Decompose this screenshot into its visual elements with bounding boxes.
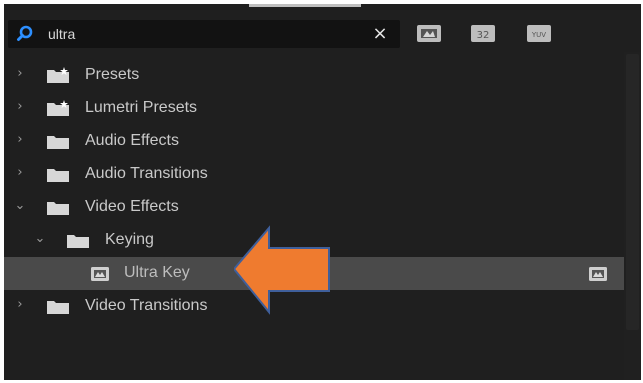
accelerated-effect-icon xyxy=(589,267,607,281)
svg-text:32: 32 xyxy=(477,30,490,41)
search-icon xyxy=(17,25,33,41)
chevron-right-icon[interactable]: › xyxy=(12,66,28,82)
tree-item-label: Presets xyxy=(85,66,140,83)
search-value[interactable]: ultra xyxy=(48,24,75,44)
chevron-right-icon[interactable]: › xyxy=(12,165,28,181)
star-folder-icon xyxy=(47,67,69,83)
folder-icon xyxy=(67,235,89,248)
search-toolbar: ultra × 32 YUV xyxy=(4,20,641,50)
tree-item-audio-transitions[interactable]: › Audio Transitions xyxy=(4,158,624,191)
chevron-right-icon[interactable]: › xyxy=(12,132,28,148)
tree-item-label: Audio Effects xyxy=(85,132,179,149)
screenshot-frame: ultra × 32 YUV › Presets › Lumetri Prese… xyxy=(0,0,643,383)
star-folder-icon xyxy=(47,100,69,116)
yuv-effects-icon[interactable]: YUV xyxy=(525,22,553,44)
folder-icon xyxy=(47,169,69,182)
tree-item-label: Lumetri Presets xyxy=(85,99,198,116)
panel-tab-indicator[interactable] xyxy=(249,4,361,7)
effect-icon xyxy=(91,267,109,281)
chevron-down-icon[interactable]: ⌄ xyxy=(32,231,48,247)
tree-item-label: Keying xyxy=(105,231,154,248)
svg-text:YUV: YUV xyxy=(531,31,546,39)
32-bit-color-icon[interactable]: 32 xyxy=(469,22,497,44)
tree-item-ultra-key[interactable]: Ultra Key xyxy=(4,257,624,290)
folder-icon xyxy=(47,301,69,314)
scrollbar-thumb[interactable] xyxy=(626,54,639,330)
tree-item-keying[interactable]: ⌄ Keying xyxy=(4,224,624,257)
tree-item-label: Video Effects xyxy=(85,198,179,215)
search-input[interactable]: ultra × xyxy=(8,20,400,48)
chevron-down-icon[interactable]: ⌄ xyxy=(12,198,28,214)
tree-item-video-effects[interactable]: ⌄ Video Effects xyxy=(4,191,624,224)
tree-item-label: Audio Transitions xyxy=(85,165,208,182)
tree-item-presets[interactable]: › Presets xyxy=(4,59,624,92)
chevron-right-icon[interactable]: › xyxy=(12,99,28,115)
folder-icon xyxy=(47,202,69,215)
effects-panel: ultra × 32 YUV › Presets › Lumetri Prese… xyxy=(4,4,641,380)
accelerated-effects-icon[interactable] xyxy=(415,22,443,44)
tree-item-audio-effects[interactable]: › Audio Effects xyxy=(4,125,624,158)
clear-search-icon[interactable]: × xyxy=(371,25,389,43)
tree-item-lumetri-presets[interactable]: › Lumetri Presets xyxy=(4,92,624,125)
chevron-right-icon[interactable]: › xyxy=(12,297,28,313)
effects-tree: › Presets › Lumetri Presets › Audio Effe… xyxy=(4,59,624,323)
folder-icon xyxy=(47,136,69,149)
tree-item-label: Ultra Key xyxy=(124,264,190,281)
tree-item-label: Video Transitions xyxy=(85,297,208,314)
tree-item-video-transitions[interactable]: › Video Transitions xyxy=(4,290,624,323)
